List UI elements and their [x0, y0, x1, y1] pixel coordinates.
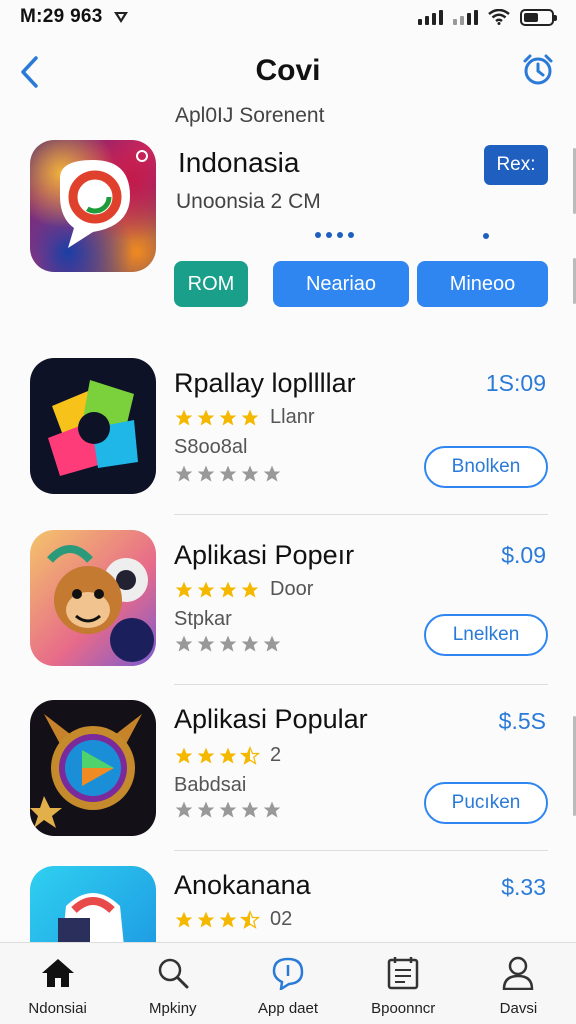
page-title: Covi: [255, 54, 321, 87]
grey-stars: [174, 464, 282, 484]
rating-meta: 2: [270, 744, 282, 766]
battery-icon: [520, 8, 557, 26]
profile-icon: [500, 955, 536, 991]
alarm-icon: [523, 54, 553, 85]
list-item[interactable]: Anokanana $.33 02: [0, 864, 576, 942]
app-price: $.5S: [498, 708, 546, 734]
play-emblem-icon: [30, 714, 142, 828]
mineoo-button[interactable]: Mineoo: [417, 261, 548, 307]
rom-button[interactable]: ROM: [174, 261, 248, 307]
divider: [174, 850, 548, 851]
app-icon: [30, 530, 156, 666]
get-button[interactable]: Lnelken: [424, 614, 548, 656]
map-pin-icon: [60, 150, 148, 248]
app-name: Aplikasi Popular: [174, 704, 368, 734]
list-item[interactable]: Rpallay lopllllar 1S:09 Llanr S8oo8al Bn…: [0, 356, 576, 524]
tab-label: Mpkiny: [149, 1000, 197, 1017]
alarm-button[interactable]: [518, 50, 558, 90]
cartoon-monkey-icon: [47, 545, 154, 662]
section-label: Apl0IJ Sorenent: [175, 104, 325, 127]
rating-meta: 02: [270, 908, 293, 930]
list-item[interactable]: Aplikasi Popular $.5S 2 Babdsai Pucıken: [0, 698, 576, 866]
divider: [174, 514, 548, 515]
get-button[interactable]: Bnolken: [424, 446, 548, 488]
signal-icon: [418, 9, 443, 25]
app-price: 1S:09: [485, 370, 546, 396]
neariao-button[interactable]: Neariao: [273, 261, 409, 307]
tab-home[interactable]: Ndonsiai: [0, 943, 115, 1024]
tab-bar: Ndonsiai Mpkiny App daet Bpoonncr Davsi: [0, 942, 576, 1024]
app-name: Anokanana: [174, 870, 311, 900]
nav-bar: Covi: [0, 44, 576, 100]
grey-stars: [174, 800, 282, 820]
list-item[interactable]: Aplikasi Popeır $.09 Door Stpkar Lnelken: [0, 528, 576, 696]
app-icon: [30, 866, 156, 942]
app-category: S8oo8al: [174, 436, 248, 458]
app-price: $.09: [501, 542, 546, 568]
page-indicator-dot: [483, 233, 489, 239]
tab-label: Bpoonncr: [371, 1000, 436, 1017]
app-category: Stpkar: [174, 608, 232, 630]
app-price: $.33: [501, 874, 546, 900]
tab-profile[interactable]: Davsi: [461, 943, 576, 1024]
status-bar: M:29 963: [0, 0, 576, 34]
tab-apps[interactable]: App daet: [230, 943, 345, 1024]
app-icon: [30, 700, 156, 836]
rating-stars: Door: [174, 578, 313, 601]
featured-app-subtitle: Unoonsia 2 CM: [176, 190, 321, 213]
featured-app-name[interactable]: Indonasia: [178, 147, 299, 179]
search-icon: [155, 955, 191, 991]
bag-logo-icon: [58, 893, 124, 942]
app-name: Aplikasi Popeır: [174, 540, 355, 570]
page-indicator: [315, 232, 354, 238]
tab-search[interactable]: Mpkiny: [115, 943, 230, 1024]
app-category: Babdsai: [174, 774, 247, 796]
tab-label: Davsi: [499, 1000, 538, 1017]
status-time-text: M:29 963: [20, 6, 103, 27]
rating-meta: Door: [270, 578, 314, 600]
grey-stars: [174, 634, 282, 654]
wifi-icon: [488, 9, 510, 25]
location-icon: [113, 12, 128, 23]
home-icon: [40, 955, 76, 991]
list-icon: [385, 955, 421, 991]
status-time: M:29 963: [20, 6, 129, 28]
apps-icon: [270, 955, 306, 991]
tab-updates[interactable]: Bpoonncr: [346, 943, 461, 1024]
rating-stars: Llanr: [174, 406, 314, 429]
featured-app-icon[interactable]: [30, 140, 156, 272]
featured-badge-button[interactable]: Rex:: [484, 145, 548, 185]
puzzle-logo-icon: [48, 380, 138, 476]
get-button[interactable]: Pucıken: [424, 782, 548, 824]
rating-stars: 02: [174, 908, 292, 931]
rating-meta: Llanr: [270, 406, 315, 428]
divider: [174, 684, 548, 685]
app-icon: [30, 358, 156, 494]
signal2-icon: [453, 9, 478, 25]
tab-label: App daet: [257, 1000, 319, 1017]
rating-stars: 2: [174, 744, 281, 767]
tab-label: Ndonsiai: [28, 1000, 87, 1017]
app-name: Rpallay lopllllar: [174, 368, 356, 398]
